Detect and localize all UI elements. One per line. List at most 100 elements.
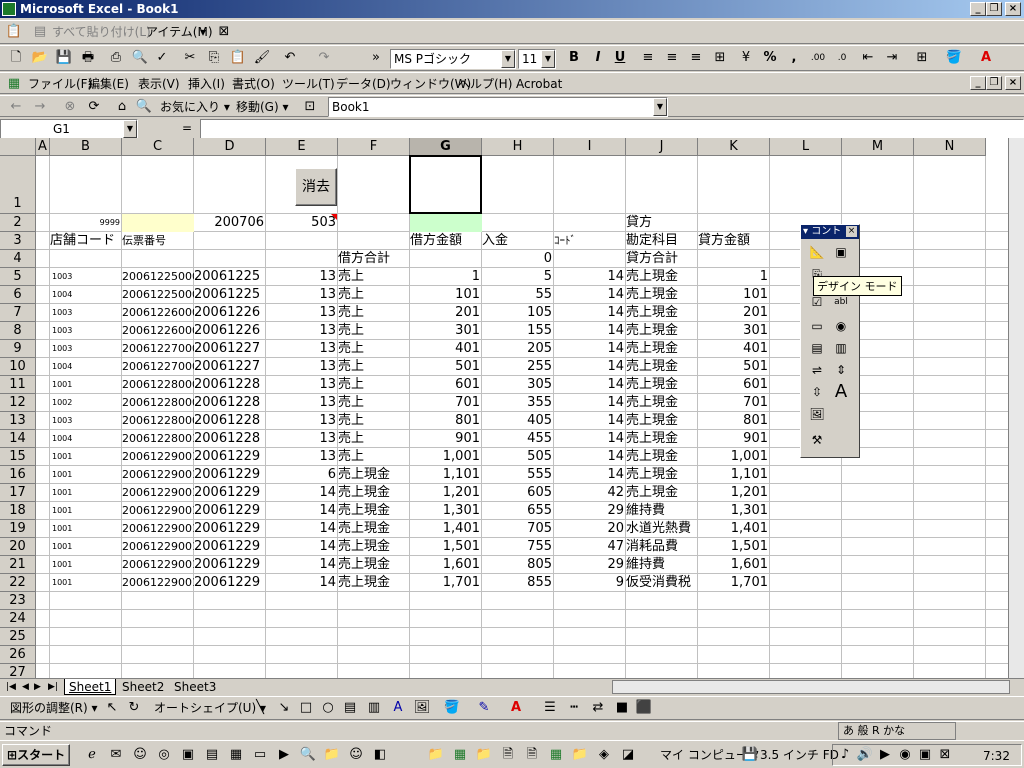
cell-code-i[interactable]: 14 <box>554 340 626 358</box>
cell-slip-number[interactable]: 200612280009 <box>122 412 194 430</box>
decrease-indent-icon[interactable]: ⇤ <box>858 48 878 68</box>
row-header[interactable]: 26 <box>0 646 36 664</box>
cell-date[interactable]: 20061229 <box>194 466 266 484</box>
tray-icon[interactable]: ♪ <box>835 745 855 765</box>
save-icon[interactable]: 💾 <box>54 48 74 68</box>
menu-file[interactable]: ファイル(F) <box>28 73 92 95</box>
header-code[interactable]: ｺｰﾄﾞ <box>554 232 626 250</box>
cell-credit-amount[interactable]: 301 <box>698 322 770 340</box>
shadow-icon[interactable]: ■ <box>612 698 632 718</box>
cell-code[interactable]: 14 <box>266 556 338 574</box>
chevron-down-icon[interactable]: ▼ <box>653 98 667 116</box>
cell-credit-account[interactable]: 売上現金 <box>626 340 698 358</box>
menu-edit[interactable]: 編集(E) <box>88 73 129 95</box>
cell-j2[interactable]: 貸方 <box>626 214 698 232</box>
cell-date[interactable]: 20061225 <box>194 286 266 304</box>
cell-slip-number[interactable]: 200612280008 <box>122 394 194 412</box>
cell-deposit[interactable]: 655 <box>482 502 554 520</box>
cell-debit-account[interactable]: 売上 <box>338 322 410 340</box>
row-header[interactable]: 4 <box>0 250 36 268</box>
cell-e2[interactable]: 503 <box>266 214 338 232</box>
cell-deposit[interactable]: 755 <box>482 538 554 556</box>
cell-credit-account[interactable]: 売上現金 <box>626 412 698 430</box>
cell-debit-amount[interactable]: 1,201 <box>410 484 482 502</box>
arrow-style-icon[interactable]: ⇄ <box>588 698 608 718</box>
row-header[interactable]: 24 <box>0 610 36 628</box>
cell-credit-account[interactable]: 売上現金 <box>626 466 698 484</box>
cell-code-i[interactable]: 14 <box>554 466 626 484</box>
cell-debit-account[interactable]: 売上 <box>338 358 410 376</box>
excel-app-icon[interactable] <box>2 2 16 16</box>
cell-deposit[interactable]: 355 <box>482 394 554 412</box>
cell-credit-amount[interactable]: 401 <box>698 340 770 358</box>
cell-code-i[interactable]: 29 <box>554 556 626 574</box>
cell-debit-account[interactable]: 売上現金 <box>338 520 410 538</box>
cell-store-code[interactable]: 1003 <box>50 304 122 322</box>
row-header[interactable]: 9 <box>0 340 36 358</box>
cell-store-code[interactable]: 1001 <box>50 448 122 466</box>
cell-credit-amount[interactable]: 101 <box>698 286 770 304</box>
cell-deposit[interactable]: 805 <box>482 556 554 574</box>
cell-store-code[interactable]: 1003 <box>50 340 122 358</box>
app-icon[interactable]: ◎ <box>154 745 174 765</box>
cell-debit-account[interactable]: 売上現金 <box>338 502 410 520</box>
cell-code[interactable]: 13 <box>266 268 338 286</box>
cell-code[interactable]: 14 <box>266 520 338 538</box>
cell-credit-account[interactable]: 売上現金 <box>626 304 698 322</box>
cell-slip-number[interactable]: 200612290011 <box>122 448 194 466</box>
cell-deposit[interactable]: 855 <box>482 574 554 592</box>
items-menu-arrow-icon[interactable]: ▾ <box>200 21 206 43</box>
underline-icon[interactable]: U <box>610 48 630 68</box>
row-header[interactable]: 3 <box>0 232 36 250</box>
listbox-control-icon[interactable]: ▤ <box>807 339 827 357</box>
cell-slip-number[interactable]: 200612290014 <box>122 502 194 520</box>
row-header[interactable]: 18 <box>0 502 36 520</box>
oval-icon[interactable]: ○ <box>318 698 338 718</box>
borders-icon[interactable]: ⊞ <box>912 48 932 68</box>
menu-acrobat[interactable]: Acrobat <box>516 73 562 95</box>
cell-debit-account[interactable]: 売上 <box>338 268 410 286</box>
increase-decimal-icon[interactable]: .00 <box>808 48 828 68</box>
row-header[interactable]: 23 <box>0 592 36 610</box>
doc-minimize-icon[interactable]: _ <box>970 76 986 90</box>
favorites-menu[interactable]: お気に入り ▾ <box>160 96 230 118</box>
cell-store-code[interactable]: 1004 <box>50 430 122 448</box>
cell-credit-amount[interactable]: 801 <box>698 412 770 430</box>
cell-date[interactable]: 20061228 <box>194 376 266 394</box>
cell-slip-number[interactable]: 200612290016 <box>122 538 194 556</box>
select-all-corner[interactable] <box>0 138 36 156</box>
cell-slip-number[interactable]: 200612280010 <box>122 430 194 448</box>
credit-total-label[interactable]: 貸方合計 <box>626 250 698 268</box>
cell-deposit[interactable]: 705 <box>482 520 554 538</box>
column-header-i[interactable]: I <box>554 138 626 156</box>
cell-store-code[interactable]: 1001 <box>50 484 122 502</box>
cell-code[interactable]: 13 <box>266 358 338 376</box>
option-button-control-icon[interactable]: ◉ <box>831 317 851 335</box>
cell-credit-account[interactable]: 売上現金 <box>626 484 698 502</box>
merge-center-icon[interactable]: ⊞ <box>710 48 730 68</box>
clipart-icon[interactable]: 🖼 <box>412 698 432 718</box>
header-account[interactable]: 勘定科目 <box>626 232 698 250</box>
line-icon[interactable]: ╲ <box>250 698 270 718</box>
app-task-icon[interactable]: ◈ <box>594 745 614 765</box>
menu-view[interactable]: 表示(V) <box>138 73 180 95</box>
row-header[interactable]: 15 <box>0 448 36 466</box>
cell-credit-account[interactable]: 消耗品費 <box>626 538 698 556</box>
cell-credit-amount[interactable]: 1,201 <box>698 484 770 502</box>
cell-date[interactable]: 20061229 <box>194 484 266 502</box>
cell-debit-account[interactable]: 売上現金 <box>338 574 410 592</box>
cell-debit-account[interactable]: 売上 <box>338 340 410 358</box>
cell-code-i[interactable]: 14 <box>554 322 626 340</box>
column-header-f[interactable]: F <box>338 138 410 156</box>
cell-slip-number[interactable]: 200612260004 <box>122 322 194 340</box>
menu-help[interactable]: ヘルプ(H) <box>458 73 512 95</box>
cell-credit-amount[interactable]: 1 <box>698 268 770 286</box>
cell-code-i[interactable]: 14 <box>554 448 626 466</box>
cell-deposit[interactable]: 5 <box>482 268 554 286</box>
cut-icon[interactable]: ✂ <box>180 48 200 68</box>
cell-credit-account[interactable]: 売上現金 <box>626 358 698 376</box>
row-header[interactable]: 6 <box>0 286 36 304</box>
column-header-n[interactable]: N <box>914 138 986 156</box>
cell-debit-amount[interactable]: 1,301 <box>410 502 482 520</box>
spin-button-control-icon[interactable]: ⇕ <box>831 361 851 379</box>
